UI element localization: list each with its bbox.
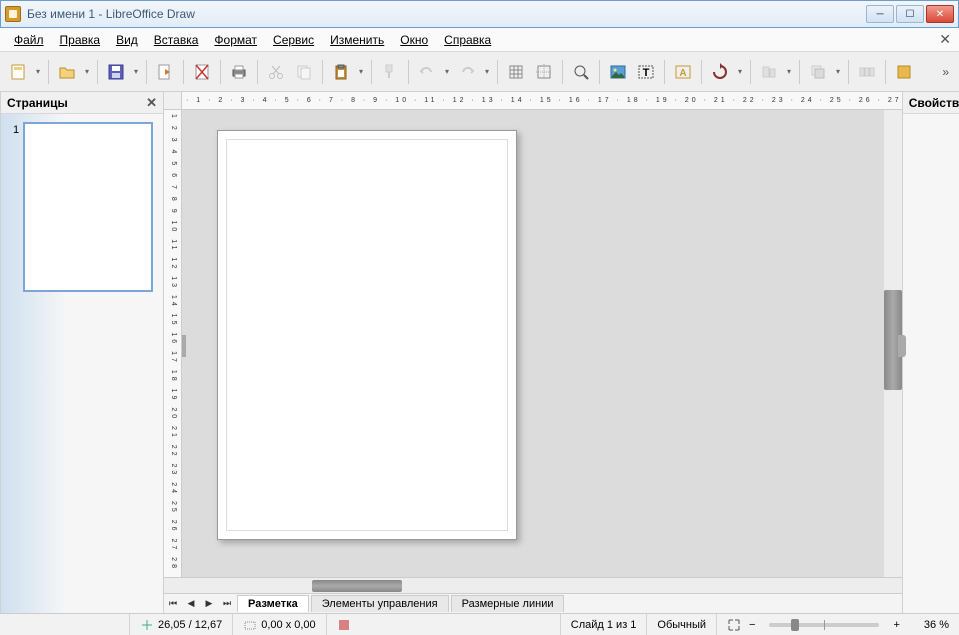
tab-controls[interactable]: Элементы управления <box>311 595 449 612</box>
vertical-ruler[interactable]: 1 2 3 4 5 6 7 8 9 10 11 12 13 14 15 16 1… <box>164 110 182 577</box>
title-bar: Без имени 1 - LibreOffice Draw ─ ☐ ✕ <box>0 0 959 28</box>
menu-edit[interactable]: Правка <box>54 31 107 49</box>
distribute-button[interactable] <box>855 60 879 84</box>
last-page-button[interactable]: ⏭ <box>218 595 236 613</box>
menu-tools[interactable]: Сервис <box>267 31 320 49</box>
page-thumbnail-number: 1 <box>13 124 19 136</box>
pages-panel-close-icon[interactable]: ✕ <box>146 95 157 111</box>
first-page-button[interactable]: ⏮ <box>164 595 182 613</box>
right-panel-expand-handle[interactable] <box>898 335 906 357</box>
helplines-button[interactable] <box>532 60 556 84</box>
page-1[interactable] <box>217 130 517 540</box>
zoom-out-button[interactable]: − <box>745 619 759 631</box>
status-info-cell <box>0 614 130 635</box>
save-dropdown[interactable]: ▾ <box>132 67 140 76</box>
zoom-slider[interactable] <box>769 623 879 627</box>
left-panel-collapse-handle[interactable] <box>182 335 186 357</box>
menu-help[interactable]: Справка <box>438 31 497 49</box>
rotate-dropdown[interactable]: ▾ <box>736 67 744 76</box>
canvas-area: · 1 · 2 · 3 · 4 · 5 · 6 · 7 · 8 · 9 · 10… <box>164 92 902 613</box>
pages-panel-header: Страницы ✕ <box>1 92 163 114</box>
undo-dropdown[interactable]: ▾ <box>443 67 451 76</box>
grid-button[interactable] <box>504 60 528 84</box>
zoom-slider-thumb[interactable] <box>791 619 799 631</box>
export-button[interactable] <box>153 60 177 84</box>
paste-button[interactable] <box>329 60 353 84</box>
close-button[interactable]: ✕ <box>926 5 954 23</box>
status-cursor-pos: 26,05 / 12,67 <box>130 614 233 635</box>
properties-panel-title: Свойства <box>909 96 959 110</box>
pages-panel: Страницы ✕ 1 <box>1 92 164 613</box>
insert-image-button[interactable] <box>606 60 630 84</box>
minimize-button[interactable]: ─ <box>866 5 894 23</box>
menu-format[interactable]: Формат <box>208 31 263 49</box>
arrange-button[interactable] <box>806 60 830 84</box>
menu-bar: Файл Правка Вид Вставка Формат Сервис Из… <box>0 28 959 52</box>
close-document-button[interactable]: ✕ <box>939 31 951 48</box>
horizontal-ruler[interactable]: · 1 · 2 · 3 · 4 · 5 · 6 · 7 · 8 · 9 · 10… <box>182 92 902 109</box>
status-slide-number[interactable]: Слайд 1 из 1 <box>561 614 648 635</box>
zoom-button[interactable] <box>569 60 593 84</box>
maximize-button[interactable]: ☐ <box>896 5 924 23</box>
cut-button[interactable] <box>264 60 288 84</box>
align-button[interactable] <box>757 60 781 84</box>
ruler-corner <box>164 92 182 109</box>
shadow-button[interactable] <box>892 60 916 84</box>
svg-text:T: T <box>643 67 650 79</box>
size-icon <box>243 618 257 632</box>
open-dropdown[interactable]: ▾ <box>83 67 91 76</box>
new-doc-dropdown[interactable]: ▾ <box>34 67 42 76</box>
export-pdf-button[interactable] <box>190 60 214 84</box>
horizontal-scrollbar[interactable] <box>182 578 902 593</box>
standard-toolbar: ▾ ▾ ▾ ▾ ▾ ▾ T A ▾ ▾ ▾ » <box>0 52 959 92</box>
status-zoom-value[interactable]: 36 % <box>914 614 959 635</box>
print-button[interactable] <box>227 60 251 84</box>
window-title: Без имени 1 - LibreOffice Draw <box>27 7 866 21</box>
horizontal-scrollbar-thumb[interactable] <box>312 580 402 592</box>
svg-text:A: A <box>679 68 686 79</box>
copy-button[interactable] <box>292 60 316 84</box>
menu-view[interactable]: Вид <box>110 31 144 49</box>
properties-panel-header: Свойства ✕ <box>903 92 959 114</box>
next-page-button[interactable]: ▶ <box>200 595 218 613</box>
app-icon <box>5 6 21 22</box>
zoom-in-button[interactable]: + <box>889 619 903 631</box>
redo-button[interactable] <box>455 60 479 84</box>
paste-dropdown[interactable]: ▾ <box>357 67 365 76</box>
page-tabs-row: ⏮ ◀ ▶ ⏭ Разметка Элементы управления Раз… <box>164 593 902 613</box>
toolbar-overflow-button[interactable]: » <box>938 65 953 79</box>
status-page-style[interactable]: Обычный <box>647 614 717 635</box>
status-object-size: 0,00 x 0,00 <box>233 614 326 635</box>
format-paintbrush-button[interactable] <box>378 60 402 84</box>
cursor-pos-icon <box>140 618 154 632</box>
save-button[interactable] <box>104 60 128 84</box>
rotate-button[interactable] <box>708 60 732 84</box>
fit-page-icon[interactable] <box>727 618 741 632</box>
redo-dropdown[interactable]: ▾ <box>483 67 491 76</box>
prev-page-button[interactable]: ◀ <box>182 595 200 613</box>
menu-file[interactable]: Файл <box>8 31 50 49</box>
menu-insert[interactable]: Вставка <box>148 31 205 49</box>
open-button[interactable] <box>55 60 79 84</box>
arrange-dropdown[interactable]: ▾ <box>834 67 842 76</box>
pages-panel-title: Страницы <box>7 96 68 110</box>
properties-panel: Свойства ✕ <box>902 92 959 613</box>
tab-layout[interactable]: Разметка <box>237 595 309 612</box>
menu-window[interactable]: Окно <box>394 31 434 49</box>
page-thumbnail-1[interactable]: 1 <box>23 122 153 292</box>
new-doc-button[interactable] <box>6 60 30 84</box>
menu-modify[interactable]: Изменить <box>324 31 390 49</box>
status-signature-cell[interactable] <box>327 614 561 635</box>
signature-icon <box>337 618 351 632</box>
undo-button[interactable] <box>415 60 439 84</box>
fontwork-button[interactable]: A <box>671 60 695 84</box>
align-dropdown[interactable]: ▾ <box>785 67 793 76</box>
status-bar: 26,05 / 12,67 0,00 x 0,00 Слайд 1 из 1 О… <box>0 613 959 635</box>
status-zoom-controls: − + <box>717 614 914 635</box>
drawing-canvas[interactable] <box>182 110 884 577</box>
insert-textbox-button[interactable]: T <box>634 60 658 84</box>
tab-dimension-lines[interactable]: Размерные линии <box>451 595 565 612</box>
